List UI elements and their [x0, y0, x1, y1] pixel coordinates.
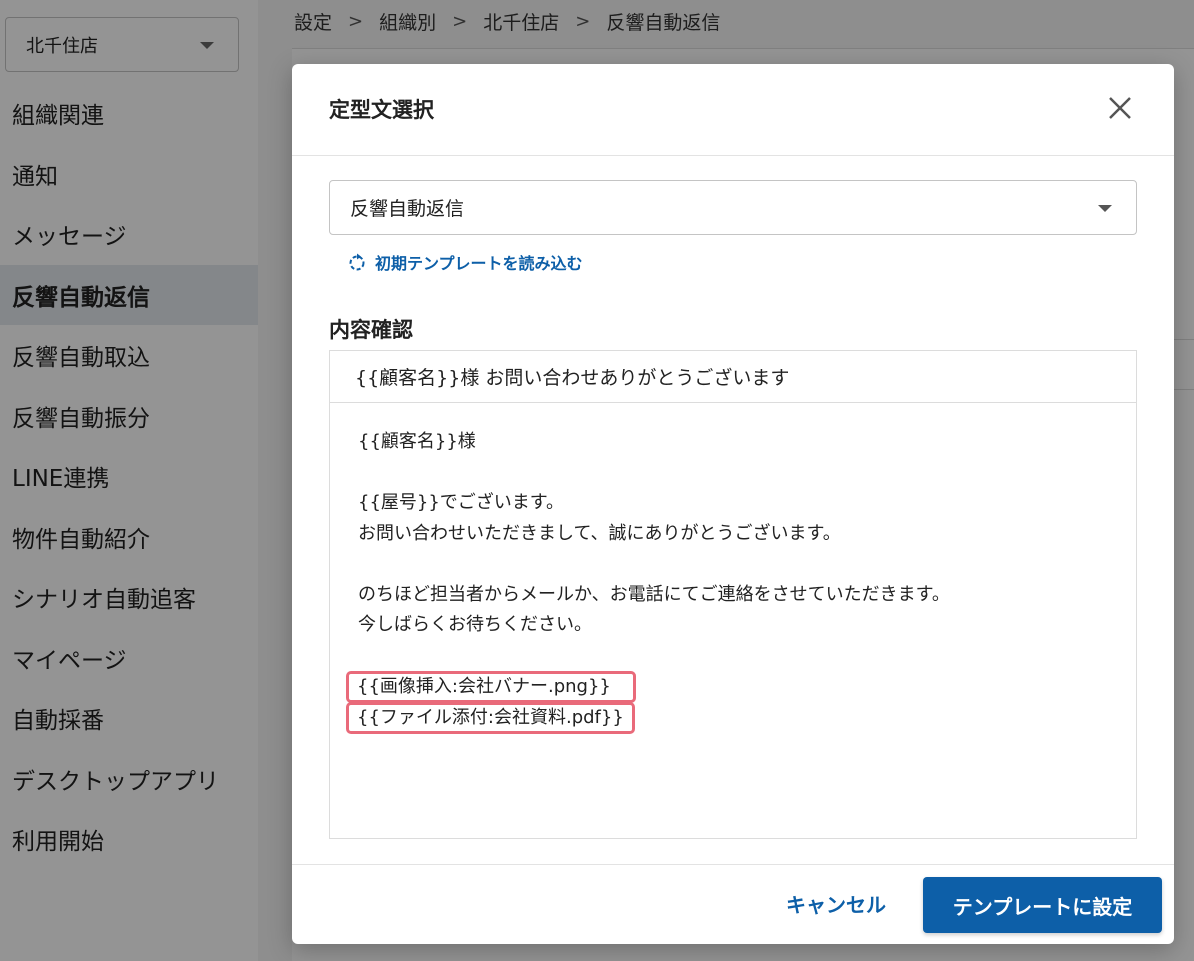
body-line: 今しばらくお待ちください。: [358, 614, 592, 635]
body-blank-line: [358, 641, 1136, 672]
template-select-value: 反響自動返信: [350, 198, 465, 220]
chevron-down-icon: [1098, 205, 1112, 212]
body-line: {{顧客名}}様: [358, 431, 476, 452]
template-preview: {{顧客名}}様 お問い合わせありがとうございます {{顧客名}}様 {{屋号}…: [329, 350, 1137, 839]
cancel-button[interactable]: キャンセル: [786, 889, 886, 918]
close-button[interactable]: [1106, 94, 1134, 122]
load-default-template-link[interactable]: 初期テンプレートを読み込む: [347, 250, 583, 274]
image-insert-tag-line: {{画像挿入:会社バナー.png}}: [346, 671, 1136, 703]
image-insert-tag: {{画像挿入:会社バナー.png}}: [346, 671, 636, 703]
dialog-title: 定型文選択: [329, 98, 434, 122]
dialog-header: 定型文選択: [292, 64, 1174, 156]
template-select-dialog: 定型文選択 反響自動返信 初期テンプレートを読み込む 内容確認 {{顧客名}}様…: [292, 64, 1174, 944]
subject-text: {{顧客名}}様 お問い合わせありがとうございます: [355, 367, 790, 389]
apply-template-button[interactable]: テンプレートに設定: [923, 877, 1162, 933]
body-line: お問い合わせいただきまして、誠にありがとうございます。: [358, 522, 841, 544]
body-blank-line: [358, 458, 1136, 489]
preview-subject: {{顧客名}}様 お問い合わせありがとうございます: [330, 351, 1136, 403]
template-select[interactable]: 反響自動返信: [329, 180, 1137, 235]
body-line: のちほど担当者からメールか、お電話にてご連絡をさせていただきます。: [358, 583, 950, 605]
dialog-footer: キャンセル テンプレートに設定: [292, 864, 1174, 944]
file-attach-tag-line: {{ファイル添付:会社資料.pdf}}: [346, 701, 1136, 734]
preview-body: {{顧客名}}様 {{屋号}}でございます。 お問い合わせいただきまして、誠にあ…: [330, 403, 1136, 734]
content-confirm-heading: 内容確認: [329, 318, 413, 342]
body-line: {{屋号}}でございます。: [358, 492, 565, 513]
load-default-template-label: 初期テンプレートを読み込む: [375, 254, 583, 273]
close-icon: [1109, 97, 1131, 119]
reload-icon: [349, 253, 365, 271]
body-blank-line: [358, 549, 1136, 580]
file-attach-tag: {{ファイル添付:会社資料.pdf}}: [346, 701, 635, 734]
